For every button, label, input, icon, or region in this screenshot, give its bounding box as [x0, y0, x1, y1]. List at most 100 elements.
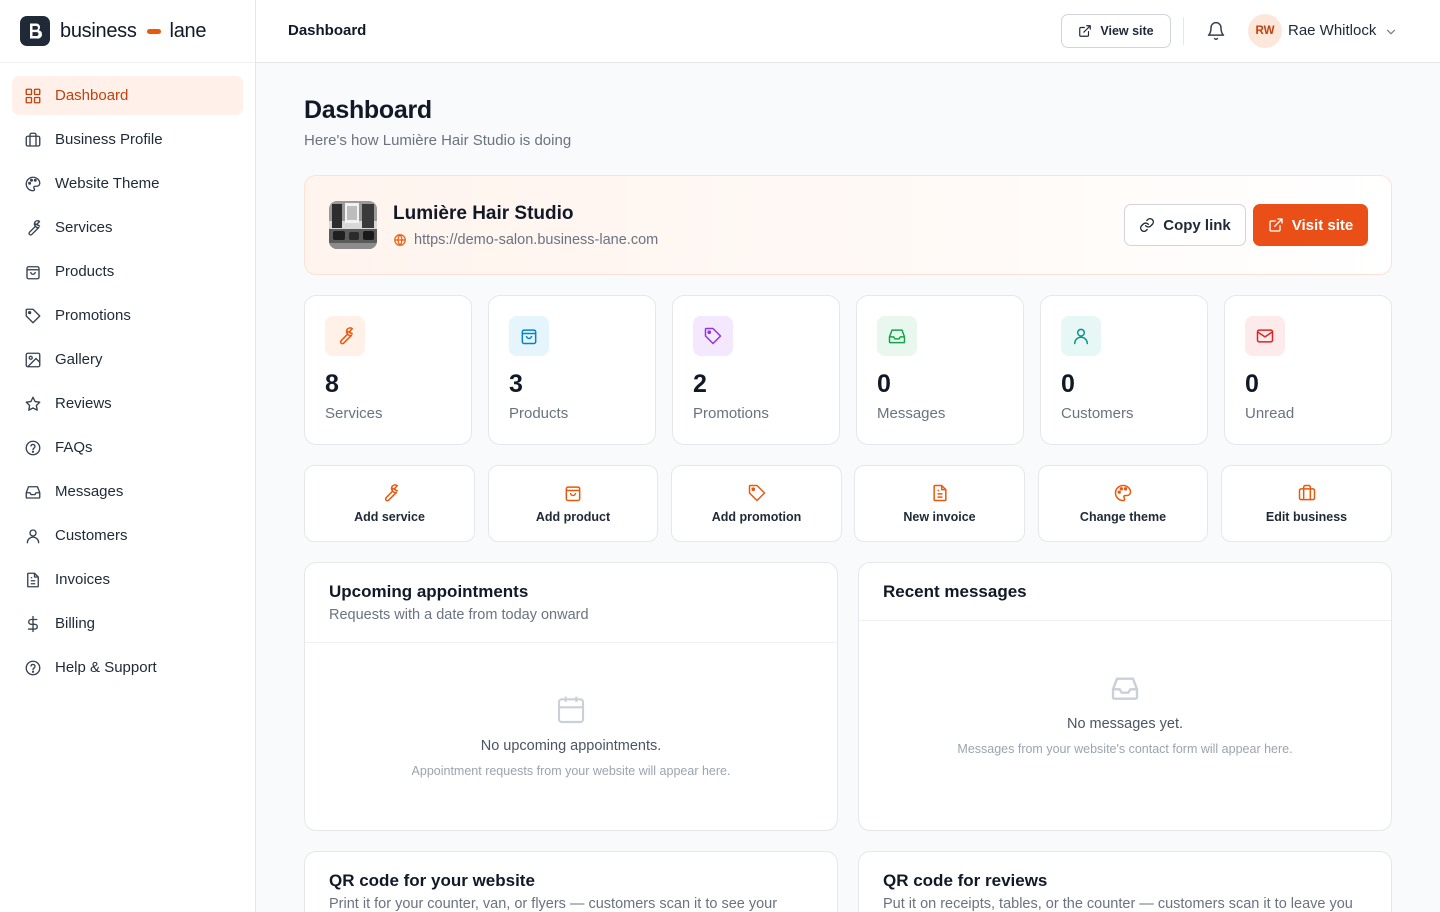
briefcase-icon [24, 131, 42, 149]
sidebar-item-label: Billing [55, 615, 96, 632]
wrench-icon [24, 219, 42, 237]
business-url[interactable]: https://demo-salon.business-lane.com [393, 232, 658, 248]
action-label: Add promotion [711, 510, 802, 524]
help-circle-icon [24, 439, 42, 457]
shopping-bag-icon [24, 263, 42, 281]
image-icon [24, 351, 42, 369]
copy-link-label: Copy link [1163, 216, 1231, 234]
stat-card-messages[interactable]: 0 Messages [856, 295, 1024, 445]
stat-card-products[interactable]: 3 Products [488, 295, 656, 445]
empty-subtitle: Messages from your website's contact for… [957, 742, 1293, 756]
dollar-icon [24, 615, 42, 633]
new-invoice-button[interactable]: New invoice [854, 465, 1025, 542]
topbar: Dashboard View site RW Rae Whitlock [256, 0, 1440, 63]
sidebar-item-label: Reviews [55, 395, 112, 412]
external-link-icon [1078, 24, 1092, 38]
stat-label: Customers [1061, 405, 1134, 422]
palette-icon [24, 175, 42, 193]
stat-icon-box [1245, 316, 1285, 356]
user-name[interactable]: Rae Whitlock [1288, 22, 1376, 39]
topbar-divider [1183, 17, 1184, 45]
panel-divider [305, 642, 837, 643]
brand-name-left: business [60, 19, 137, 42]
bell-icon[interactable] [1206, 21, 1226, 41]
qr-website-panel: QR code for your website Print it for yo… [304, 851, 838, 912]
briefcase-icon [1297, 483, 1317, 503]
appointments-empty-state: No upcoming appointments. Appointment re… [305, 694, 837, 778]
tag-icon [24, 307, 42, 325]
stat-value: 0 [1245, 370, 1259, 398]
sidebar-item-gallery[interactable]: Gallery [12, 340, 243, 379]
panel-title: Recent messages [883, 582, 1027, 601]
recent-messages-panel: Recent messages No messages yet. Message… [858, 562, 1392, 831]
sidebar-item-promotions[interactable]: Promotions [12, 296, 243, 335]
sidebar-item-label: Dashboard [55, 87, 129, 104]
add-service-button[interactable]: Add service [304, 465, 475, 542]
inbox-icon [1109, 672, 1141, 704]
sidebar-item-label: Invoices [55, 571, 111, 588]
stat-icon-box [509, 316, 549, 356]
stat-label: Products [509, 405, 569, 422]
action-label: Add service [354, 510, 425, 524]
user-icon [1071, 326, 1091, 346]
stat-value: 3 [509, 370, 523, 398]
sidebar-item-messages[interactable]: Messages [12, 472, 243, 511]
sidebar-item-website-theme[interactable]: Website Theme [12, 164, 243, 203]
empty-title: No messages yet. [1066, 716, 1184, 732]
panel-title: QR code for reviews [883, 871, 1048, 890]
help-circle-icon [24, 659, 42, 677]
visit-site-button[interactable]: Visit site [1253, 204, 1368, 246]
stat-card-unread[interactable]: 0 Unread [1224, 295, 1392, 445]
sidebar-item-customers[interactable]: Customers [12, 516, 243, 555]
brand-name: business lane [60, 20, 206, 43]
file-text-icon [930, 483, 950, 503]
qr-reviews-panel: QR code for reviews Put it on receipts, … [858, 851, 1392, 912]
action-label: New invoice [903, 510, 976, 524]
sidebar-item-invoices[interactable]: Invoices [12, 560, 243, 599]
sidebar-item-billing[interactable]: Billing [12, 604, 243, 643]
sidebar-item-dashboard[interactable]: Dashboard [12, 76, 243, 115]
add-product-button[interactable]: Add product [488, 465, 658, 542]
panel-divider [859, 620, 1391, 621]
business-url-text: https://demo-salon.business-lane.com [414, 232, 659, 248]
sidebar-item-business-profile[interactable]: Business Profile [12, 120, 243, 159]
sidebar-item-label: Promotions [55, 307, 131, 324]
tag-icon [703, 326, 723, 346]
external-link-icon [1268, 217, 1284, 233]
page-title: Dashboard [304, 96, 432, 124]
brand[interactable]: business lane [0, 0, 255, 63]
wrench-icon [335, 326, 355, 346]
empty-subtitle: Appointment requests from your website w… [411, 764, 731, 778]
brand-dash [146, 28, 161, 34]
upcoming-appointments-panel: Upcoming appointments Requests with a da… [304, 562, 838, 831]
stat-icon-box [1061, 316, 1101, 356]
inbox-icon [887, 326, 907, 346]
stat-value: 8 [325, 370, 339, 398]
brand-name-right: lane [169, 19, 207, 42]
empty-title: No upcoming appointments. [480, 738, 662, 754]
panel-title: Upcoming appointments [329, 582, 529, 601]
stat-label: Messages [877, 405, 946, 422]
sidebar-item-label: Customers [55, 527, 128, 544]
stat-card-promotions[interactable]: 2 Promotions [672, 295, 840, 445]
sidebar-item-products[interactable]: Products [12, 252, 243, 291]
sidebar-item-services[interactable]: Services [12, 208, 243, 247]
avatar[interactable]: RW [1248, 14, 1282, 48]
stat-icon-box [325, 316, 365, 356]
brand-logo-icon [20, 16, 50, 46]
sidebar-item-reviews[interactable]: Reviews [12, 384, 243, 423]
link-icon [1139, 217, 1155, 233]
mail-icon [1255, 326, 1275, 346]
change-theme-button[interactable]: Change theme [1038, 465, 1208, 542]
sidebar-item-help-support[interactable]: Help & Support [12, 648, 243, 687]
sidebar-item-faqs[interactable]: FAQs [12, 428, 243, 467]
sidebar-item-label: Gallery [55, 351, 103, 368]
stat-card-services[interactable]: 8 Services [304, 295, 472, 445]
stat-card-customers[interactable]: 0 Customers [1040, 295, 1208, 445]
view-site-button[interactable]: View site [1061, 14, 1171, 48]
edit-business-button[interactable]: Edit business [1221, 465, 1392, 542]
chevron-down-icon[interactable] [1384, 25, 1398, 39]
add-promotion-button[interactable]: Add promotion [671, 465, 842, 542]
copy-link-button[interactable]: Copy link [1124, 204, 1246, 246]
action-label: Change theme [1079, 510, 1167, 524]
